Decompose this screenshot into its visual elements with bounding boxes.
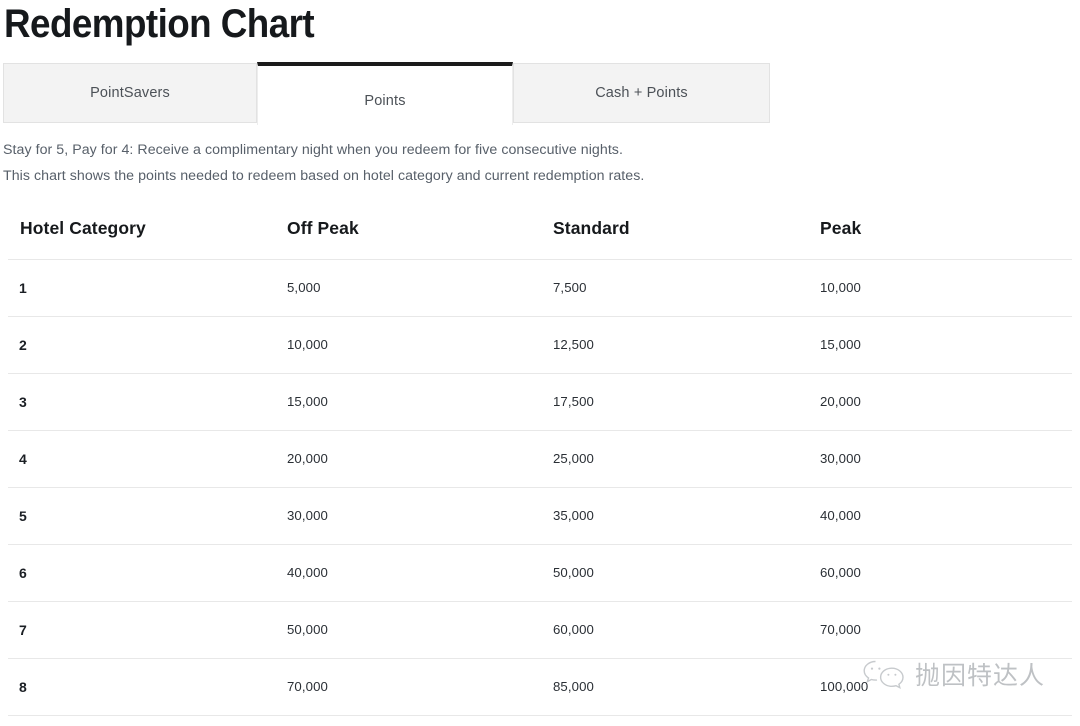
- tab-cash-points-label: Cash + Points: [595, 85, 688, 101]
- tab-pointsavers[interactable]: PointSavers: [3, 63, 257, 123]
- table-row: 2 10,000 12,500 15,000: [0, 316, 1080, 374]
- cell-off-peak: 70,000: [287, 679, 328, 694]
- cell-hotel-category: 6: [19, 564, 27, 581]
- tab-cash-points[interactable]: Cash + Points: [513, 63, 770, 123]
- table-row: 3 15,000 17,500 20,000: [0, 373, 1080, 431]
- cell-peak: 30,000: [820, 451, 861, 466]
- table-row: 7 50,000 60,000 70,000: [0, 601, 1080, 659]
- cell-standard: 85,000: [553, 679, 594, 694]
- tab-points[interactable]: Points: [257, 62, 513, 125]
- column-header-peak: Peak: [820, 218, 862, 238]
- column-header-hotel-category: Hotel Category: [20, 218, 146, 238]
- cell-hotel-category: 4: [19, 450, 27, 467]
- cell-off-peak: 30,000: [287, 508, 328, 523]
- cell-standard: 60,000: [553, 622, 594, 637]
- cell-standard: 12,500: [553, 337, 594, 352]
- cell-off-peak: 40,000: [287, 565, 328, 580]
- cell-off-peak: 20,000: [287, 451, 328, 466]
- cell-standard: 35,000: [553, 508, 594, 523]
- cell-hotel-category: 2: [19, 336, 27, 353]
- cell-off-peak: 5,000: [287, 280, 321, 295]
- table-row: 8 70,000 85,000 100,000: [0, 658, 1080, 716]
- cell-peak: 70,000: [820, 622, 861, 637]
- cell-peak: 15,000: [820, 337, 861, 352]
- cell-hotel-category: 7: [19, 621, 27, 638]
- cell-standard: 17,500: [553, 394, 594, 409]
- description-line-2: This chart shows the points needed to re…: [3, 168, 645, 184]
- cell-standard: 7,500: [553, 280, 587, 295]
- cell-standard: 25,000: [553, 451, 594, 466]
- table-row: 1 5,000 7,500 10,000: [0, 259, 1080, 317]
- description-line-1: Stay for 5, Pay for 4: Receive a complim…: [3, 142, 623, 158]
- column-header-off-peak: Off Peak: [287, 218, 359, 238]
- cell-hotel-category: 8: [19, 678, 27, 695]
- cell-off-peak: 10,000: [287, 337, 328, 352]
- page-title: Redemption Chart: [4, 2, 315, 46]
- cell-peak: 60,000: [820, 565, 861, 580]
- cell-off-peak: 50,000: [287, 622, 328, 637]
- cell-hotel-category: 3: [19, 393, 27, 410]
- cell-hotel-category: 1: [19, 279, 27, 296]
- redemption-table: Hotel Category Off Peak Standard Peak 1 …: [0, 198, 1080, 716]
- cell-peak: 100,000: [820, 679, 869, 694]
- table-row: 5 30,000 35,000 40,000: [0, 487, 1080, 545]
- table-row: 6 40,000 50,000 60,000: [0, 544, 1080, 602]
- tab-points-label: Points: [364, 92, 406, 109]
- cell-peak: 10,000: [820, 280, 861, 295]
- cell-off-peak: 15,000: [287, 394, 328, 409]
- cell-standard: 50,000: [553, 565, 594, 580]
- tab-bar: PointSavers Points Cash + Points: [0, 62, 1080, 125]
- column-header-standard: Standard: [553, 218, 630, 238]
- cell-peak: 40,000: [820, 508, 861, 523]
- table-row: 4 20,000 25,000 30,000: [0, 430, 1080, 488]
- redemption-chart-page: Redemption Chart PointSavers Points Cash…: [0, 0, 1080, 726]
- cell-hotel-category: 5: [19, 507, 27, 524]
- tab-pointsavers-label: PointSavers: [90, 85, 170, 101]
- cell-peak: 20,000: [820, 394, 861, 409]
- table-header-row: Hotel Category Off Peak Standard Peak: [0, 198, 1080, 260]
